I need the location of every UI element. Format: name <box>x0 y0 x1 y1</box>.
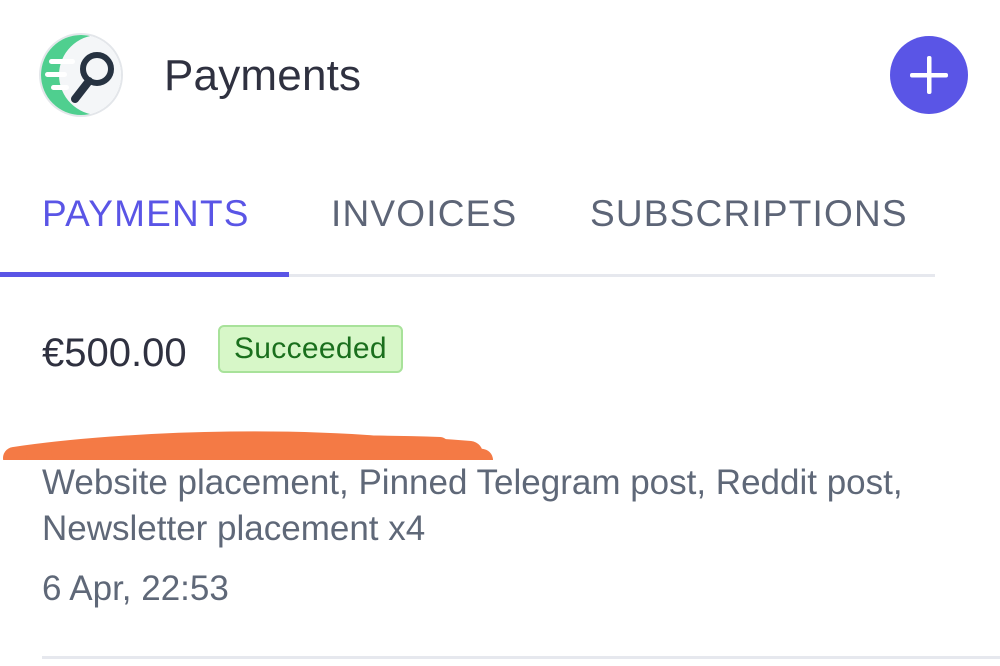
payments-screen: Payments PAYMENTS INVOICES SUBSCRIPTIONS… <box>0 0 1000 666</box>
payment-timestamp: 6 Apr, 22:53 <box>42 569 229 608</box>
tab-subscriptions[interactable]: SUBSCRIPTIONS <box>590 192 908 236</box>
magnifier-speed-logo-icon <box>41 35 121 115</box>
tab-invoices[interactable]: INVOICES <box>331 192 517 236</box>
page-title: Payments <box>164 51 362 100</box>
tab-bar: PAYMENTS INVOICES SUBSCRIPTIONS <box>0 170 1000 278</box>
tab-payments[interactable]: PAYMENTS <box>42 192 250 236</box>
redaction-scribble <box>3 431 493 460</box>
app-logo[interactable] <box>41 35 121 115</box>
item-divider <box>42 656 1000 659</box>
status-badge: Succeeded <box>218 325 403 373</box>
active-tab-indicator <box>0 272 289 277</box>
payment-list-item[interactable]: €500.00 Succeeded Website placement, Pin… <box>0 300 1000 666</box>
payment-description: Website placement, Pinned Telegram post,… <box>42 463 903 548</box>
plus-icon <box>910 56 948 94</box>
app-header: Payments <box>0 0 1000 150</box>
add-payment-button[interactable] <box>890 36 968 114</box>
